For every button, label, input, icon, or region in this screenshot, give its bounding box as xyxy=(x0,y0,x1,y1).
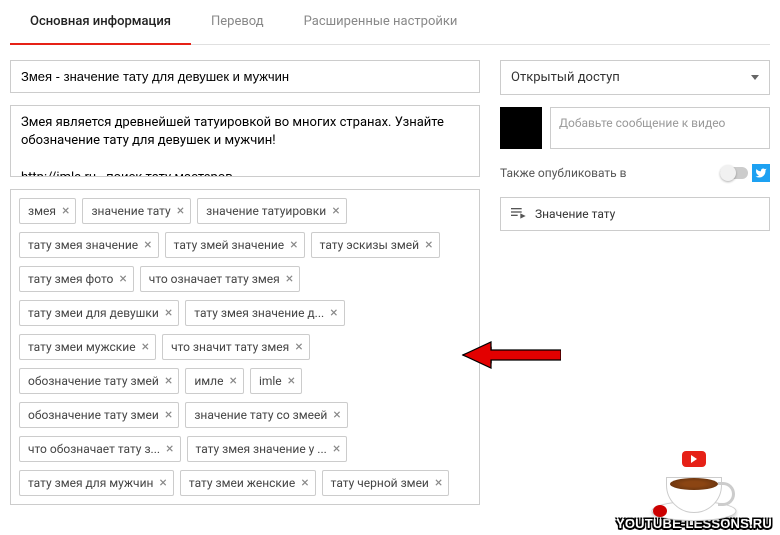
tags-input[interactable]: змея×значение тату×значение татуировки×т… xyxy=(10,189,480,505)
tag-label: тату змея значение xyxy=(28,238,138,252)
tag-remove-icon[interactable]: × xyxy=(144,238,151,252)
youtube-logo-icon xyxy=(682,451,706,467)
playlist-button[interactable]: Значение тату xyxy=(500,197,770,231)
tag-remove-icon[interactable]: × xyxy=(119,272,126,286)
tag-remove-icon[interactable]: × xyxy=(177,204,184,218)
privacy-select[interactable]: Открытый доступ xyxy=(500,60,770,95)
tag-chip[interactable]: обозначение тату змей × xyxy=(19,368,179,394)
tag-chip[interactable]: тату змея значение д... × xyxy=(185,300,344,326)
cup-icon xyxy=(651,461,736,521)
tag-remove-icon[interactable]: × xyxy=(435,476,442,490)
tag-label: имле xyxy=(194,374,223,388)
tag-label: обозначение тату змеи xyxy=(28,408,159,422)
tag-remove-icon[interactable]: × xyxy=(333,442,340,456)
tag-chip[interactable]: обозначение тату змеи × xyxy=(19,402,179,428)
tag-chip[interactable]: что означает тату змея × xyxy=(140,266,300,292)
tab-main[interactable]: Основная информация xyxy=(10,0,191,45)
tag-label: тату змея для мужчин xyxy=(28,476,153,490)
tag-remove-icon[interactable]: × xyxy=(425,238,432,252)
tag-remove-icon[interactable]: × xyxy=(288,374,295,388)
tag-chip[interactable]: тату змея фото × xyxy=(19,266,134,292)
tag-chip[interactable]: тату змеи для девушки × xyxy=(19,300,179,326)
caret-down-icon xyxy=(751,75,759,80)
tag-label: тату змея значение д... xyxy=(194,306,324,320)
tag-chip[interactable]: тату змея для мужчин × xyxy=(19,470,174,496)
tag-label: тату змеи для девушки xyxy=(28,306,159,320)
twitter-toggle[interactable] xyxy=(720,167,748,179)
privacy-value: Открытый доступ xyxy=(511,70,620,85)
tag-remove-icon[interactable]: × xyxy=(142,340,149,354)
tag-label: тату черной змеи xyxy=(331,476,429,490)
tag-chip[interactable]: что значит тату змея × xyxy=(162,334,310,360)
tag-label: тату змея фото xyxy=(28,272,113,286)
tag-chip[interactable]: imle × xyxy=(250,368,302,394)
tag-label: тату эскизы змей xyxy=(320,238,419,252)
annotation-arrow-icon xyxy=(461,338,561,372)
tag-remove-icon[interactable]: × xyxy=(332,204,339,218)
tag-chip[interactable]: что обозначает тату з... × xyxy=(19,436,181,462)
tag-label: тату змеи мужские xyxy=(28,340,136,354)
tag-label: значение тату со змеей xyxy=(194,408,327,422)
tag-remove-icon[interactable]: × xyxy=(333,408,340,422)
tag-chip[interactable]: значение тату × xyxy=(82,198,191,224)
tag-chip[interactable]: тату черной змеи × xyxy=(322,470,450,496)
tag-remove-icon[interactable]: × xyxy=(165,306,172,320)
tag-remove-icon[interactable]: × xyxy=(165,374,172,388)
tag-remove-icon[interactable]: × xyxy=(165,408,172,422)
tag-label: что означает тату змея xyxy=(149,272,280,286)
tag-remove-icon[interactable]: × xyxy=(330,306,337,320)
video-description-input[interactable] xyxy=(10,105,480,177)
tag-label: что обозначает тату з... xyxy=(28,442,160,456)
video-title-input[interactable] xyxy=(10,60,480,93)
tag-chip[interactable]: змея × xyxy=(19,198,76,224)
tag-label: что значит тату змея xyxy=(171,340,289,354)
playlist-label: Значение тату xyxy=(535,207,615,221)
tag-chip[interactable]: тату змеи женские × xyxy=(180,470,316,496)
tag-chip[interactable]: тату змея значение у ... × xyxy=(187,436,348,462)
twitter-icon xyxy=(752,164,770,182)
tag-label: тату змей значение xyxy=(174,238,285,252)
tab-advanced[interactable]: Расширенные настройки xyxy=(284,0,478,44)
playlist-icon xyxy=(511,208,527,220)
tabs-bar: Основная информация Перевод Расширенные … xyxy=(10,0,770,45)
tag-remove-icon[interactable]: × xyxy=(159,476,166,490)
tag-remove-icon[interactable]: × xyxy=(62,204,69,218)
tag-label: imle xyxy=(259,374,282,388)
tag-label: обозначение тату змей xyxy=(28,374,159,388)
tag-chip[interactable]: имле × xyxy=(185,368,244,394)
also-publish-label: Также опубликовать в xyxy=(500,166,627,180)
tag-label: тату змея значение у ... xyxy=(196,442,327,456)
tag-label: значение татуировки xyxy=(206,204,326,218)
tag-label: значение тату xyxy=(91,204,170,218)
watermark: YOUTUBE-LESSONS.RU xyxy=(616,461,772,531)
tag-label: змея xyxy=(28,204,56,218)
tag-chip[interactable]: тату змеи мужские × xyxy=(19,334,156,360)
tag-chip[interactable]: тату эскизы змей × xyxy=(311,232,440,258)
tag-remove-icon[interactable]: × xyxy=(295,340,302,354)
tag-remove-icon[interactable]: × xyxy=(166,442,173,456)
tag-remove-icon[interactable]: × xyxy=(286,272,293,286)
tag-chip[interactable]: тату змей значение × xyxy=(165,232,305,258)
tab-translate[interactable]: Перевод xyxy=(191,0,284,44)
video-thumbnail xyxy=(500,107,542,149)
tag-chip[interactable]: значение тату со змеей × xyxy=(185,402,347,428)
tag-chip[interactable]: значение татуировки × xyxy=(197,198,347,224)
tag-chip[interactable]: тату змея значение × xyxy=(19,232,159,258)
share-message-input[interactable]: Добавьте сообщение к видео xyxy=(550,107,770,149)
tag-remove-icon[interactable]: × xyxy=(301,476,308,490)
tag-remove-icon[interactable]: × xyxy=(229,374,236,388)
tag-remove-icon[interactable]: × xyxy=(290,238,297,252)
tag-label: тату змеи женские xyxy=(189,476,295,490)
